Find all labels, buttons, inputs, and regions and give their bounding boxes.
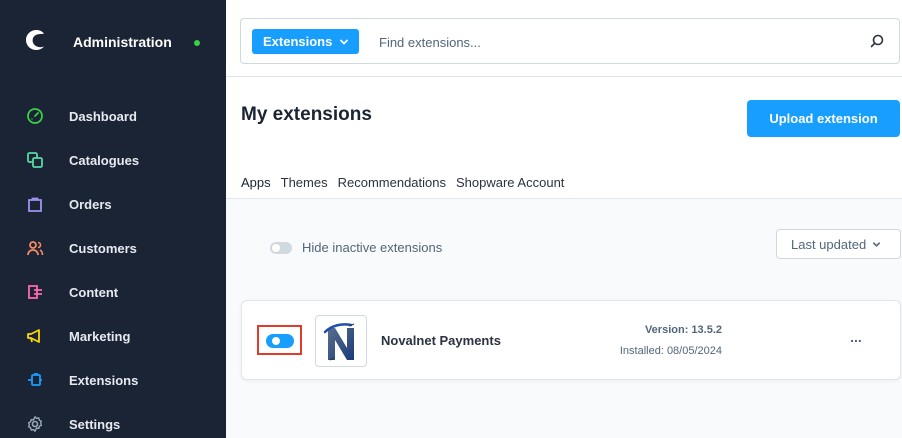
marketing-icon <box>27 329 40 343</box>
customers-icon <box>27 241 44 256</box>
search-bar: Extensions <box>240 18 900 64</box>
extension-version: Version: 13.5.2 <box>644 324 722 336</box>
search-icon[interactable] <box>869 33 885 49</box>
hide-inactive-label: Hide inactive extensions <box>302 240 443 255</box>
sidebar-item-extensions[interactable]: Extensions <box>0 365 226 395</box>
sidebar-item-customers[interactable]: Customers <box>0 233 226 263</box>
page-title: My extensions <box>241 104 372 125</box>
sort-dropdown[interactable]: Last updated <box>776 229 901 259</box>
settings-icon <box>27 416 43 432</box>
chevron-down-icon <box>340 39 349 44</box>
sidebar-item-label: Catalogues <box>69 152 140 168</box>
sidebar-item-orders[interactable]: Orders <box>0 189 226 219</box>
sidebar-item-label: Dashboard <box>69 108 137 124</box>
sidebar-item-label: Customers <box>69 240 137 256</box>
upload-extension-button[interactable]: Upload extension <box>747 100 900 137</box>
header-divider <box>226 76 902 77</box>
content-icon <box>28 285 42 299</box>
app-title: Administration <box>73 34 172 50</box>
tab-shopware-account[interactable]: Shopware Account <box>456 175 564 199</box>
tab-recommendations[interactable]: Recommendations <box>338 175 446 199</box>
sidebar-item-content[interactable]: Content <box>0 277 226 307</box>
extension-name: Novalnet Payments <box>381 333 501 348</box>
sidebar-item-label: Marketing <box>69 328 131 344</box>
hide-inactive-filter: Hide inactive extensions <box>270 240 442 255</box>
sidebar-item-label: Orders <box>69 196 112 212</box>
dashboard-icon <box>27 108 43 124</box>
hide-inactive-toggle[interactable] <box>270 241 292 254</box>
status-dot <box>194 40 200 46</box>
sidebar-item-catalogues[interactable]: Catalogues <box>0 145 226 175</box>
orders-icon <box>28 197 42 212</box>
sidebar-item-label: Content <box>69 284 119 300</box>
extension-active-toggle[interactable] <box>266 334 294 348</box>
tab-bar: Apps Themes Recommendations Shopware Acc… <box>241 175 574 200</box>
highlight-box <box>257 325 302 355</box>
sidebar: Administration Dashboard Catalogues Orde… <box>0 0 226 438</box>
extension-context-menu-button[interactable]: ... <box>846 330 866 351</box>
extension-card: Novalnet Payments Version: 13.5.2 Instal… <box>241 300 901 380</box>
sidebar-item-dashboard[interactable]: Dashboard <box>0 101 226 131</box>
sidebar-item-label: Settings <box>69 416 121 432</box>
tab-apps[interactable]: Apps <box>241 175 271 200</box>
chevron-down-icon <box>873 241 881 247</box>
search-input[interactable] <box>379 32 839 52</box>
search-type-label: Extensions <box>263 34 333 49</box>
extension-installed-date: Installed: 08/05/2024 <box>619 345 722 357</box>
tab-themes[interactable]: Themes <box>281 175 328 199</box>
sidebar-item-label: Extensions <box>69 372 139 388</box>
sidebar-item-settings[interactable]: Settings <box>0 409 226 438</box>
extensions-icon <box>28 373 42 386</box>
brand: Administration <box>0 0 226 84</box>
sidebar-item-marketing[interactable]: Marketing <box>0 321 226 351</box>
search-type-dropdown[interactable]: Extensions <box>252 29 360 54</box>
sort-label: Last updated <box>791 236 867 252</box>
catalogues-icon <box>27 152 43 168</box>
shopware-logo-icon[interactable] <box>24 28 48 52</box>
novalnet-logo-icon <box>315 315 367 367</box>
